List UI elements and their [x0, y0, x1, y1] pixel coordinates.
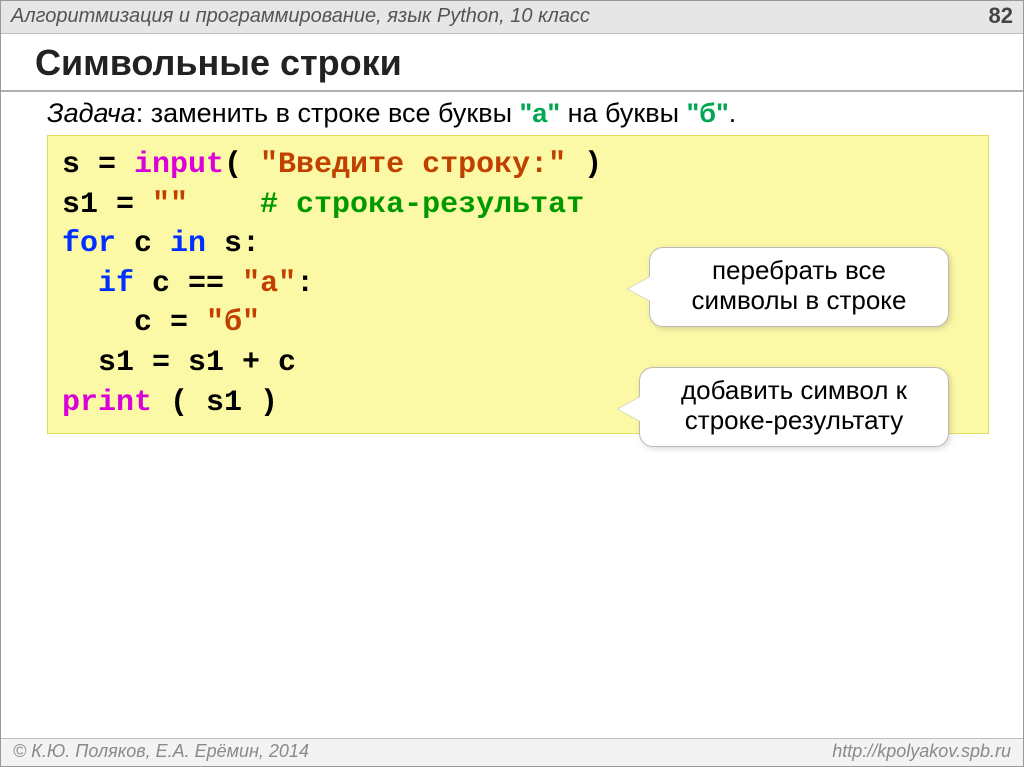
task-text-3: .	[729, 98, 737, 128]
code-text: c	[116, 227, 170, 261]
footer-copyright: © К.Ю. Поляков, Е.А. Ерёмин, 2014	[13, 741, 309, 762]
code-text	[62, 267, 98, 301]
code-text: c ==	[134, 267, 242, 301]
task-letter-a: "а"	[520, 98, 561, 128]
subject-label: Алгоритмизация и программирование, язык …	[11, 5, 590, 28]
code-text: ( s1 )	[152, 386, 278, 420]
footer-url: http://kpolyakov.spb.ru	[832, 741, 1011, 762]
code-text: c =	[62, 306, 206, 340]
footer: © К.Ю. Поляков, Е.А. Ерёмин, 2014 http:/…	[1, 738, 1023, 766]
code-string: ""	[152, 188, 188, 222]
callout-iterate: перебрать все символы в строке	[649, 247, 949, 327]
top-bar: Алгоритмизация и программирование, язык …	[1, 1, 1023, 34]
code-text: s1 =	[62, 188, 152, 222]
code-func: print	[62, 386, 152, 420]
code-keyword: in	[170, 227, 206, 261]
code-comment: # строка-результат	[260, 188, 584, 222]
slide: Алгоритмизация и программирование, язык …	[0, 0, 1024, 767]
code-text: s1 = s1 + c	[62, 346, 296, 380]
code-text: s:	[206, 227, 260, 261]
code-keyword: for	[62, 227, 116, 261]
code-wrapper: s = input( "Введите строку:" ) s1 = "" #…	[47, 135, 989, 434]
callout-append: добавить символ к строке-результату	[639, 367, 949, 447]
task-letter-b: "б"	[687, 98, 729, 128]
task-label: Задача	[47, 98, 136, 128]
code-text: :	[296, 267, 314, 301]
task-text-2: на буквы	[560, 98, 686, 128]
slide-title: Символьные строки	[1, 34, 1023, 92]
page-number: 82	[989, 3, 1013, 29]
task-text-1: : заменить в строке все буквы	[136, 98, 520, 128]
code-text: (	[224, 148, 260, 182]
code-text: s =	[62, 148, 134, 182]
code-string: "б"	[206, 306, 260, 340]
content-area: Задача: заменить в строке все буквы "а" …	[1, 92, 1023, 738]
code-string: "а"	[242, 267, 296, 301]
code-text	[188, 188, 260, 222]
code-keyword: if	[98, 267, 134, 301]
code-string: "Введите строку:"	[260, 148, 566, 182]
code-text: )	[566, 148, 602, 182]
task-description: Задача: заменить в строке все буквы "а" …	[1, 98, 1023, 133]
code-func: input	[134, 148, 224, 182]
